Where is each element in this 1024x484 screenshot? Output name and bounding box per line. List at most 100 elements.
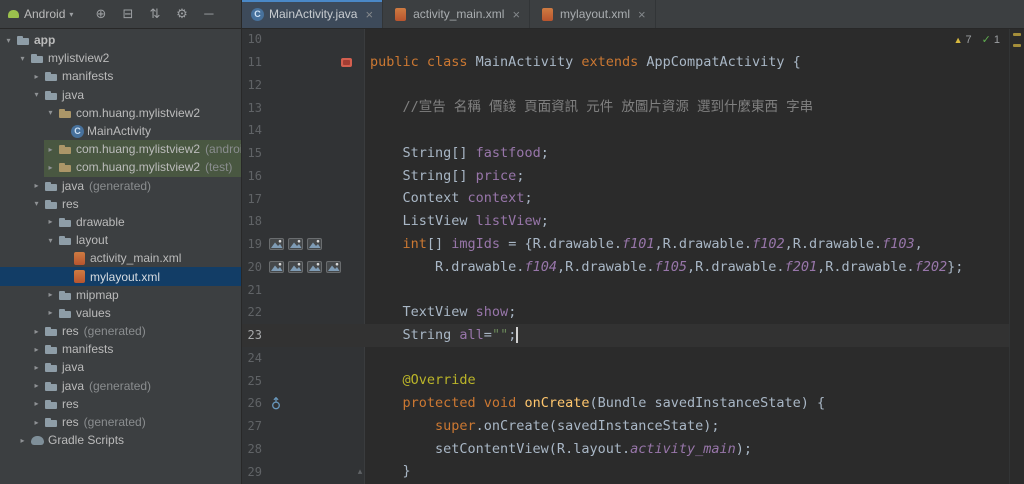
tree-item-values[interactable]: ▸ values [0, 304, 241, 322]
close-tab-icon[interactable]: × [512, 7, 520, 22]
close-tab-icon[interactable]: × [638, 7, 646, 22]
chevron-right-icon[interactable]: ▸ [30, 327, 43, 336]
chevron-right-icon[interactable]: ▸ [44, 290, 57, 299]
tree-item-res[interactable]: ▸ res [0, 395, 241, 413]
settings-gear-icon[interactable]: ⚙ [168, 0, 195, 28]
code-line-18[interactable]: 18 ListView listView; [242, 210, 1010, 233]
chevron-right-icon[interactable]: ▸ [30, 381, 43, 390]
image-icon[interactable] [287, 237, 303, 251]
code-line-27[interactable]: 27 super.onCreate(savedInstanceState); [242, 415, 1010, 438]
tree-item-drawable[interactable]: ▸ drawable [0, 213, 241, 231]
tree-item-res[interactable]: ▸ res (generated) [0, 413, 241, 431]
image-icon[interactable] [268, 237, 284, 251]
line-number[interactable]: 11 [242, 55, 264, 69]
code-line-17[interactable]: 17 Context context; [242, 187, 1010, 210]
tree-item-java[interactable]: ▸ java [0, 358, 241, 376]
locate-file-icon[interactable]: ⊕ [87, 0, 114, 28]
line-number[interactable]: 26 [242, 396, 264, 410]
line-number[interactable]: 24 [242, 351, 264, 365]
line-number[interactable]: 22 [242, 305, 264, 319]
code-line-29[interactable]: 29 ▴ } [242, 460, 1010, 483]
chevron-right-icon[interactable]: ▸ [44, 308, 57, 317]
line-number[interactable]: 23 [242, 328, 264, 342]
chevron-right-icon[interactable]: ▸ [30, 181, 43, 190]
line-number[interactable]: 15 [242, 146, 264, 160]
tab-mylayout-xml[interactable]: mylayout.xml × [530, 0, 656, 28]
code-line-15[interactable]: 15 String[] fastfood; [242, 142, 1010, 165]
code-line-12[interactable]: 12 [242, 74, 1010, 97]
tree-item-com-huang-mylistview2[interactable]: ▾ com.huang.mylistview2 [0, 104, 241, 122]
project-view-selector[interactable]: Android [24, 7, 65, 21]
line-number[interactable]: 21 [242, 283, 264, 297]
tree-item-layout[interactable]: ▾ layout [0, 231, 241, 249]
chevron-right-icon[interactable]: ▸ [30, 345, 43, 354]
chevron-down-icon[interactable]: ▾ [30, 199, 43, 208]
line-number[interactable]: 13 [242, 101, 264, 115]
tree-item-java[interactable]: ▾ java [0, 86, 241, 104]
chevron-down-icon[interactable]: ▾ [44, 236, 57, 245]
image-icon[interactable] [325, 260, 341, 274]
tree-item-res[interactable]: ▾ res [0, 195, 241, 213]
chevron-right-icon[interactable]: ▸ [30, 399, 43, 408]
override-icon[interactable] [268, 396, 284, 410]
chevron-right-icon[interactable]: ▸ [44, 217, 57, 226]
line-number[interactable]: 17 [242, 192, 264, 206]
tree-item-res[interactable]: ▸ res (generated) [0, 322, 241, 340]
hide-panel-icon[interactable]: ─ [195, 0, 222, 28]
code-line-10[interactable]: 10 [242, 28, 1010, 51]
image-icon[interactable] [268, 260, 284, 274]
line-number[interactable]: 20 [242, 260, 264, 274]
chevron-right-icon[interactable]: ▸ [16, 436, 29, 445]
collapse-all-icon[interactable]: ⊟ [114, 0, 141, 28]
code-line-14[interactable]: 14 [242, 119, 1010, 142]
sort-icon[interactable]: ⇅ [141, 0, 168, 28]
tree-item-gradle-scripts[interactable]: ▸ Gradle Scripts [0, 431, 241, 449]
code-line-21[interactable]: 21 [242, 278, 1010, 301]
line-number[interactable]: 29 [242, 465, 264, 479]
chevron-right-icon[interactable]: ▸ [44, 145, 57, 154]
error-stripe-scrollbar[interactable] [1009, 28, 1024, 484]
chevron-down-icon[interactable]: ▾ [44, 108, 57, 117]
chevron-right-icon[interactable]: ▸ [30, 418, 43, 427]
inspections-widget[interactable]: ▲ 7 ✓ 1 [954, 33, 1000, 47]
tree-item-com-huang-mylistview2[interactable]: ▸ com.huang.mylistview2 (test) [44, 158, 241, 177]
line-number[interactable]: 16 [242, 169, 264, 183]
code-line-19[interactable]: 19 int[] imgIds = {R.drawable.f101,R.dra… [242, 233, 1010, 256]
code-line-26[interactable]: 26 protected void onCreate(Bundle savedI… [242, 392, 1010, 415]
line-number[interactable]: 25 [242, 374, 264, 388]
tab-activity-main-xml[interactable]: activity_main.xml × [383, 0, 531, 28]
close-tab-icon[interactable]: × [365, 7, 373, 22]
fold-marker-icon[interactable]: ▴ [354, 466, 366, 477]
chevron-down-icon[interactable]: ▾ [16, 54, 29, 63]
chevron-right-icon[interactable]: ▸ [44, 163, 57, 172]
tree-item-mylayout-xml[interactable]: mylayout.xml [0, 267, 241, 286]
image-icon[interactable] [306, 260, 322, 274]
tree-item-java[interactable]: ▸ java (generated) [0, 177, 241, 195]
chevron-right-icon[interactable]: ▸ [30, 363, 43, 372]
tree-item-java[interactable]: ▸ java (generated) [0, 377, 241, 395]
tree-item-mainactivity[interactable]: C MainActivity [0, 122, 241, 140]
code-line-20[interactable]: 20 R.drawable.f104,R.drawable.f105,R.dra… [242, 256, 1010, 279]
tree-item-mipmap[interactable]: ▸ mipmap [0, 286, 241, 304]
line-number[interactable]: 19 [242, 237, 264, 251]
chevron-down-icon[interactable]: ▾ [2, 36, 15, 45]
chevron-right-icon[interactable]: ▸ [30, 72, 43, 81]
code-line-24[interactable]: 24 [242, 347, 1010, 370]
code-line-16[interactable]: 16 String[] price; [242, 165, 1010, 188]
chevron-down-icon[interactable]: ▾ [30, 90, 43, 99]
line-number[interactable]: 10 [242, 32, 264, 46]
line-number[interactable]: 18 [242, 214, 264, 228]
related-activity-icon[interactable] [338, 55, 354, 69]
line-number[interactable]: 14 [242, 123, 264, 137]
tree-item-mylistview2[interactable]: ▾ mylistview2 [0, 49, 241, 67]
image-icon[interactable] [287, 260, 303, 274]
code-line-23[interactable]: 23 String all=""; [242, 323, 1010, 347]
image-icon[interactable] [306, 237, 322, 251]
tab-mainactivity-java[interactable]: C MainActivity.java × [242, 0, 384, 28]
code-line-13[interactable]: 13 //宣告 名稱 價錢 頁面資訊 元件 放圖片資源 選到什麼東西 字串 [242, 96, 1010, 119]
line-number[interactable]: 27 [242, 419, 264, 433]
line-number[interactable]: 28 [242, 442, 264, 456]
tree-item-manifests[interactable]: ▸ manifests [0, 340, 241, 358]
tree-item-activity-main-xml[interactable]: activity_main.xml [0, 249, 241, 267]
line-number[interactable]: 12 [242, 78, 264, 92]
